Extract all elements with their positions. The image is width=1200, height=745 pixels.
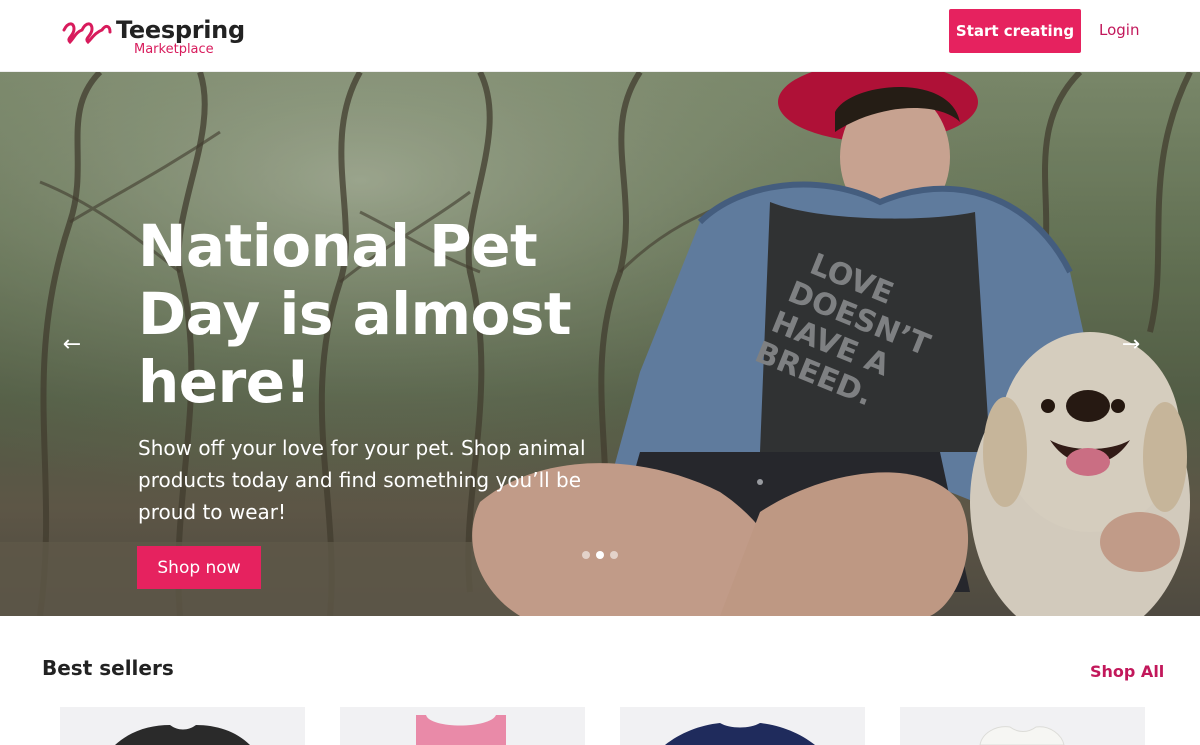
black-tshirt-icon: [115, 725, 250, 745]
navy-tshirt-icon: [665, 723, 815, 745]
hero-description: Show off your love for your pet. Shop an…: [138, 436, 586, 524]
carousel-dot-1[interactable]: [582, 551, 590, 559]
shop-all-link[interactable]: Shop All: [1090, 662, 1164, 681]
arrow-right-icon[interactable]: →: [1119, 332, 1143, 357]
product-card-1[interactable]: [60, 707, 305, 745]
hero-carousel: LOVE DOESN’T HAVE A BREED. National Pet …: [0, 72, 1200, 616]
white-hoodie-icon: [979, 726, 1065, 745]
teespring-logo-icon: [62, 22, 112, 44]
carousel-dot-2-active[interactable]: [596, 551, 604, 559]
carousel-dot-3[interactable]: [610, 551, 618, 559]
product-card-2[interactable]: [340, 707, 585, 745]
login-link[interactable]: Login: [1099, 21, 1139, 39]
hero-title: National Pet Day is almost here!: [138, 212, 572, 416]
arrow-left-icon[interactable]: ←: [60, 332, 84, 357]
best-sellers-heading: Best sellers: [42, 656, 174, 680]
logo-name: Teespring: [116, 16, 245, 44]
carousel-indicators: [582, 551, 618, 559]
top-header: Teespring Marketplace Start creating Log…: [0, 0, 1200, 72]
product-card-3[interactable]: [620, 707, 865, 745]
logo-subtitle: Marketplace: [134, 42, 214, 57]
teespring-logo[interactable]: Teespring Marketplace: [62, 14, 245, 60]
product-card-4[interactable]: [900, 707, 1145, 745]
pink-tank-top-icon: [416, 715, 506, 745]
shop-now-button[interactable]: Shop now: [137, 546, 261, 589]
start-creating-button[interactable]: Start creating: [949, 9, 1081, 53]
